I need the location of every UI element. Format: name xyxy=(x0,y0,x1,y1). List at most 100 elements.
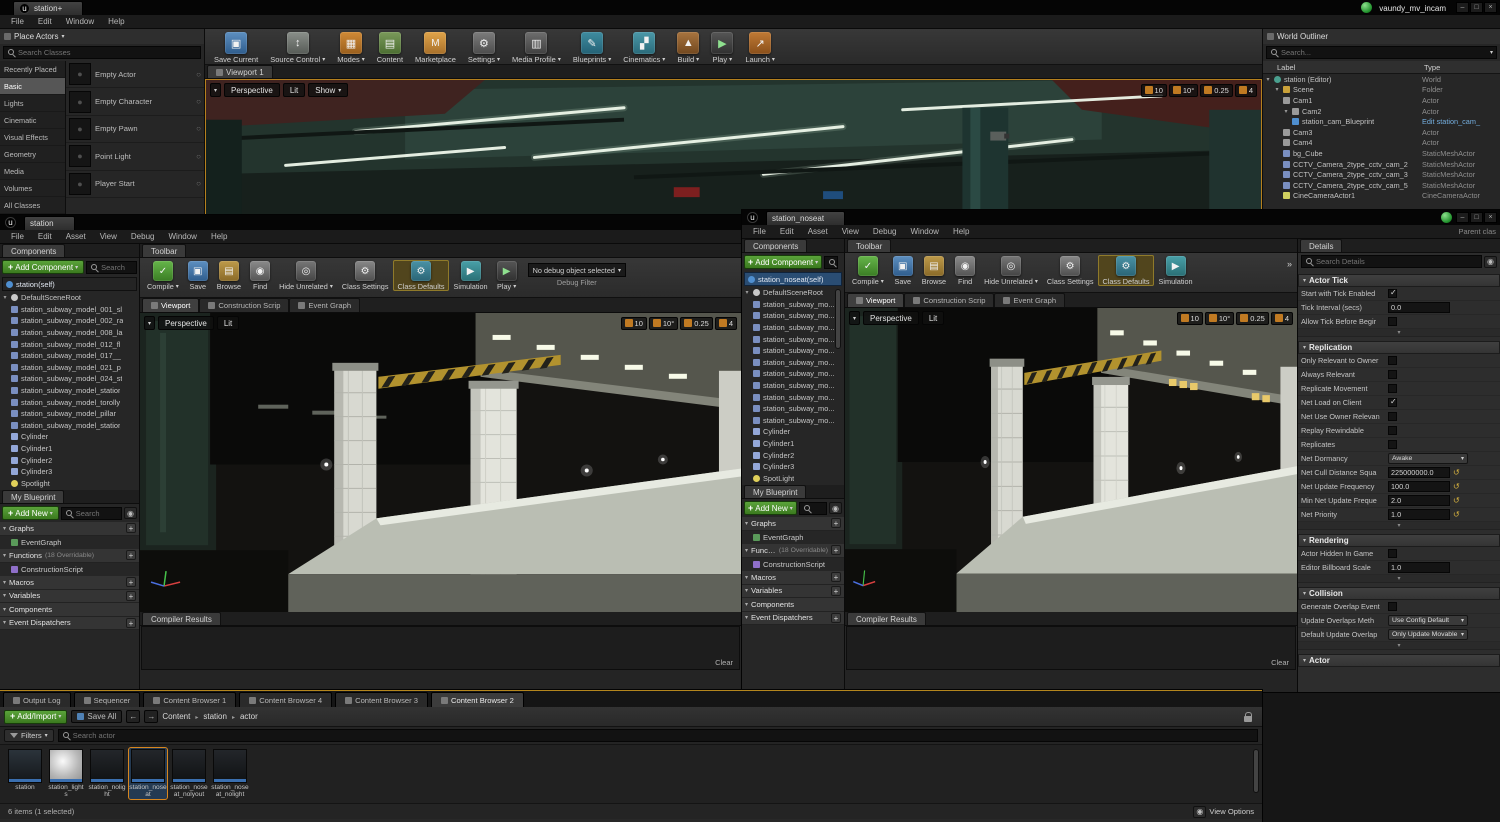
toolbar-button[interactable]: Save Current xyxy=(209,30,263,64)
drag-grip-icon[interactable]: ○ xyxy=(196,152,201,161)
toolbar-button[interactable]: Simulation xyxy=(1155,255,1197,286)
perspective-button[interactable]: Perspective xyxy=(224,83,280,97)
my-blueprint-row[interactable]: Components xyxy=(0,603,139,617)
my-blueprint-search-input[interactable] xyxy=(75,508,118,518)
lock-icon[interactable] xyxy=(1244,711,1252,722)
chevron-down-icon[interactable]: ▾ xyxy=(696,56,699,63)
expand-arrow-icon[interactable]: ▾ xyxy=(1274,86,1280,93)
place-actors-category[interactable]: All Classes xyxy=(0,197,65,214)
main-window-tab[interactable]: station+ xyxy=(13,1,84,15)
expand-arrow-icon[interactable]: ▾ xyxy=(1265,76,1271,83)
components-search-input[interactable] xyxy=(101,262,133,272)
expand-arrow-icon[interactable]: ▾ xyxy=(2,294,8,301)
viewport-stat-chip[interactable]: 0.25 xyxy=(1236,311,1269,325)
add-icon[interactable]: + xyxy=(831,612,841,623)
add-icon[interactable]: + xyxy=(126,550,136,561)
outliner-row[interactable]: ▾ Cam2 Actor xyxy=(1263,106,1500,117)
place-actors-category[interactable]: Basic xyxy=(0,78,65,95)
menu-item[interactable]: Window xyxy=(59,17,101,26)
component-tree-item[interactable]: station_subway_model_017__ xyxy=(0,350,139,362)
outliner-row[interactable]: bg_Cube StaticMeshActor xyxy=(1263,148,1500,159)
component-tree-item[interactable]: Cylinder2 xyxy=(0,454,139,466)
details-section-header[interactable]: ▾ Rendering xyxy=(1298,534,1500,547)
details-panel-tab[interactable]: Details xyxy=(1300,239,1343,252)
toolbar-tab[interactable]: Toolbar xyxy=(142,244,187,257)
outliner-row[interactable]: station_cam_Blueprint Edit station_cam_ xyxy=(1263,116,1500,127)
toolbar-button[interactable]: Browse xyxy=(213,260,245,291)
asset-tile[interactable]: station_nolight xyxy=(88,748,126,799)
add-component-button[interactable]: + Add Component ▾ xyxy=(744,255,823,269)
dropdown-field[interactable]: Only Update Movable ▾ xyxy=(1388,629,1468,640)
place-actors-item[interactable]: Empty Character ○ xyxy=(66,88,204,116)
drag-grip-icon[interactable]: ○ xyxy=(196,124,201,133)
my-blueprint-row[interactable]: Functions (18 Overridable) + xyxy=(0,549,139,563)
details-section-header[interactable]: ▾ Collision xyxy=(1298,587,1500,600)
component-tree-item[interactable]: station_subway_mo... xyxy=(742,299,844,311)
toolbar-button[interactable]: Hide Unrelated▾ xyxy=(275,260,337,291)
asset-tile[interactable]: station_noseat_nolyout xyxy=(170,748,208,799)
menu-item[interactable]: Debug xyxy=(124,232,162,241)
dock-tab[interactable]: Content Browser 2 xyxy=(430,692,524,707)
toolbar-button[interactable]: Source Control▾ xyxy=(265,30,330,64)
filters-button[interactable]: Filters ▾ xyxy=(4,729,54,742)
chevron-down-icon[interactable]: ▾ xyxy=(729,56,732,63)
component-tree-item[interactable]: station_subway_mo... xyxy=(742,415,844,427)
asset-tile[interactable]: station_lights xyxy=(47,748,85,799)
component-tree-item[interactable]: station_subway_mo... xyxy=(742,333,844,345)
value-field[interactable]: 100.0 xyxy=(1388,481,1450,492)
checkbox[interactable] xyxy=(1388,317,1397,326)
dock-tab[interactable]: Sequencer xyxy=(73,692,141,707)
perspective-button[interactable]: Perspective xyxy=(158,316,214,330)
component-tree-item[interactable]: station_subway_model_001_sl xyxy=(0,304,139,316)
dock-tab[interactable]: Content Browser 1 xyxy=(143,692,237,707)
chevron-down-icon[interactable]: ▾ xyxy=(881,278,884,285)
forward-button[interactable]: → xyxy=(144,710,159,723)
chevron-down-icon[interactable]: ▾ xyxy=(330,283,333,290)
my-blueprint-row[interactable]: Macros + xyxy=(742,571,844,585)
menu-item[interactable]: File xyxy=(4,17,31,26)
eye-icon[interactable]: ◉ xyxy=(1484,255,1497,268)
bp2-titlebar[interactable]: station_noseat –□× xyxy=(742,210,1500,225)
component-tree-item[interactable]: station_subway_mo... xyxy=(742,345,844,357)
menu-item[interactable]: Asset xyxy=(59,232,93,241)
component-tree-item[interactable]: station_subway_model_statior xyxy=(0,420,139,432)
checkbox[interactable] xyxy=(1388,288,1397,298)
advanced-expander-icon[interactable]: ▾ xyxy=(1298,642,1500,650)
toolbar-button[interactable]: Save xyxy=(184,260,212,291)
toolbar-button[interactable]: Find xyxy=(951,255,979,286)
toolbar-button[interactable]: Save xyxy=(889,255,917,286)
component-tree-item[interactable]: SpotLight xyxy=(742,473,844,485)
component-tree-item[interactable]: Spotlight xyxy=(0,478,139,490)
details-section-header[interactable]: ▾ Actor xyxy=(1298,654,1500,667)
checkbox[interactable] xyxy=(1388,549,1397,558)
menu-item[interactable]: Help xyxy=(946,227,976,236)
add-component-button[interactable]: + Add Component ▾ xyxy=(2,260,85,274)
minimize-icon[interactable]: – xyxy=(1456,2,1469,13)
menu-item[interactable]: Help xyxy=(101,17,131,26)
details-section-header[interactable]: ▾ Replication xyxy=(1298,341,1500,354)
menu-item[interactable]: File xyxy=(4,232,31,241)
toolbar-button[interactable]: Class Settings xyxy=(1043,255,1098,286)
my-blueprint-panel-tab[interactable]: My Blueprint xyxy=(744,485,807,498)
drag-grip-icon[interactable]: ○ xyxy=(196,179,201,188)
menu-item[interactable]: Window xyxy=(903,227,945,236)
asset-search[interactable] xyxy=(57,729,1258,742)
chevron-down-icon[interactable]: ▾ xyxy=(662,56,665,63)
value-field[interactable]: 2.0 xyxy=(1388,495,1450,506)
place-actors-category[interactable]: Media xyxy=(0,163,65,180)
dropdown-field[interactable]: Use Config Default ▾ xyxy=(1388,615,1468,626)
viewport-stat-chip[interactable]: 10 xyxy=(620,316,647,330)
chevron-down-icon[interactable]: ▾ xyxy=(322,56,325,63)
breadcrumb-item[interactable]: Content xyxy=(162,712,190,721)
window-controls[interactable]: – □ × xyxy=(1456,2,1497,13)
viewport-stat-chip[interactable]: 0.25 xyxy=(1200,83,1233,97)
viewport-stat-chip[interactable]: 10° xyxy=(1168,83,1199,97)
menu-item[interactable]: Window xyxy=(161,232,203,241)
details-search-input[interactable] xyxy=(1316,257,1478,266)
advanced-expander-icon[interactable]: ▾ xyxy=(1298,329,1500,337)
lit-mode-button[interactable]: Lit xyxy=(216,316,240,330)
document-tab[interactable]: Construction Scrip xyxy=(199,298,290,312)
reset-to-default-icon[interactable]: ↺ xyxy=(1453,482,1463,491)
my-blueprint-row[interactable]: Event Dispatchers + xyxy=(0,616,139,630)
toolbar-button[interactable]: Play▾ xyxy=(493,260,521,291)
